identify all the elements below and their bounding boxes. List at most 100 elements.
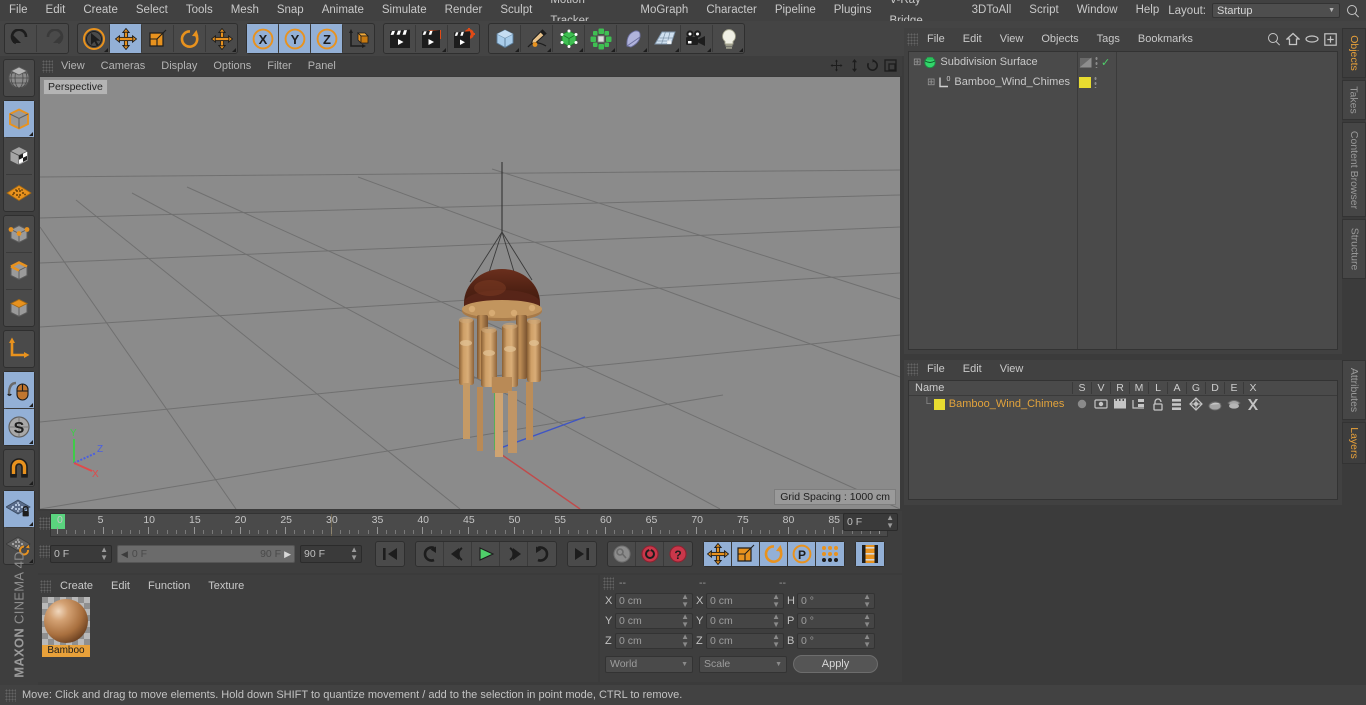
stepper-icon[interactable]: ▲ ▼ — [100, 546, 108, 562]
timeline-max-frame-field[interactable]: 90 F ▲ ▼ — [300, 545, 362, 563]
redo-button[interactable] — [37, 24, 68, 53]
undo-button[interactable] — [5, 24, 36, 53]
move-alt-tool[interactable] — [206, 24, 237, 53]
status-grip-handle[interactable] — [5, 688, 16, 702]
viewport-menu-options[interactable]: Options — [205, 56, 259, 76]
eye-icon[interactable] — [1305, 34, 1319, 44]
viewport-menu-cameras[interactable]: Cameras — [93, 56, 154, 76]
position-field-2[interactable]: 0 cm ▲ ▼ — [615, 633, 693, 649]
menu-item-snap[interactable]: Snap — [268, 0, 313, 21]
object-menu-file[interactable]: File — [918, 28, 954, 50]
stepper-icon[interactable]: ▲ ▼ — [772, 593, 780, 609]
rotate-view-icon[interactable] — [865, 58, 880, 73]
lock-x-axis[interactable]: X — [247, 24, 278, 53]
playback-grip-handle[interactable] — [39, 545, 50, 558]
menu-item-simulate[interactable]: Simulate — [373, 0, 436, 21]
tab-attributes[interactable]: Attributes — [1342, 360, 1366, 420]
key-rotation-button[interactable] — [760, 542, 788, 566]
check-icon[interactable]: ✓ — [1101, 56, 1110, 69]
previous-keyframe-button[interactable] — [416, 542, 444, 566]
menu-item-pipeline[interactable]: Pipeline — [766, 0, 825, 21]
apply-button[interactable]: Apply — [793, 655, 878, 673]
points-mode-button[interactable] — [4, 216, 34, 252]
visibility-tag-icon[interactable] — [1079, 56, 1092, 68]
menu-item-help[interactable]: Help — [1127, 0, 1169, 21]
rotation-field-0[interactable]: 0 ° ▲ ▼ — [797, 593, 875, 609]
polygons-mode-button[interactable] — [4, 290, 34, 326]
menu-item-3dtoall[interactable]: 3DToAll — [963, 0, 1021, 21]
object-row[interactable]: ⊞ 0 Bamboo_Wind_Chimes — [909, 72, 1337, 92]
layer-column-m[interactable]: M — [1129, 382, 1148, 394]
rotate-tool[interactable] — [174, 24, 205, 53]
position-field-1[interactable]: 0 cm ▲ ▼ — [615, 613, 693, 629]
object-menu-view[interactable]: View — [991, 28, 1033, 50]
solo-dot-icon[interactable] — [1073, 398, 1090, 410]
tab-takes[interactable]: Takes — [1342, 80, 1366, 120]
stepper-icon[interactable]: ▲ ▼ — [863, 633, 871, 649]
menu-item-sculpt[interactable]: Sculpt — [491, 0, 541, 21]
key-parameter-button[interactable]: P — [788, 542, 816, 566]
range-left-arrow-icon[interactable]: ◀ — [121, 549, 128, 560]
menu-item-tools[interactable]: Tools — [177, 0, 222, 21]
table-row[interactable]: └ Bamboo_Wind_Chimes — [909, 396, 1337, 412]
stepper-icon[interactable]: ▲ ▼ — [863, 593, 871, 609]
animation-icon[interactable] — [1168, 398, 1185, 411]
home-icon[interactable] — [1286, 32, 1300, 46]
add-spline-object[interactable] — [521, 24, 552, 53]
tab-layers[interactable]: Layers — [1342, 422, 1366, 464]
object-menu-bookmarks[interactable]: Bookmarks — [1129, 28, 1202, 50]
layer-menu-file[interactable]: File — [918, 358, 954, 380]
timeline-grip-handle[interactable] — [39, 517, 50, 530]
deformer-icon[interactable] — [1206, 398, 1223, 411]
pan-icon[interactable] — [829, 58, 844, 73]
lock-workplane-button[interactable] — [4, 491, 34, 527]
view-icon[interactable] — [1092, 398, 1109, 410]
expand-toggle-icon[interactable]: ⊞ — [927, 77, 935, 88]
step-forward-button[interactable] — [500, 542, 528, 566]
coordinate-mode-dropdown[interactable]: Scale ▼ — [699, 655, 787, 673]
viewport-menu-filter[interactable]: Filter — [259, 56, 299, 76]
object-menu-tags[interactable]: Tags — [1088, 28, 1129, 50]
menu-item-script[interactable]: Script — [1020, 0, 1067, 21]
live-selection-tool[interactable] — [78, 24, 109, 53]
tab-content-browser[interactable]: Content Browser — [1342, 122, 1366, 217]
render-view-button[interactable] — [384, 24, 415, 53]
snap-settings-button[interactable]: S — [4, 409, 34, 445]
rotation-field-2[interactable]: 0 ° ▲ ▼ — [797, 633, 875, 649]
scale-tool[interactable] — [142, 24, 173, 53]
expand-icon[interactable] — [1324, 32, 1337, 46]
menu-item-create[interactable]: Create — [74, 0, 127, 21]
position-field-0[interactable]: 0 cm ▲ ▼ — [615, 593, 693, 609]
menu-item-animate[interactable]: Animate — [313, 0, 373, 21]
stepper-icon[interactable]: ▲ ▼ — [681, 633, 689, 649]
key-position-button[interactable] — [704, 542, 732, 566]
size-field-1[interactable]: 0 cm ▲ ▼ — [706, 613, 784, 629]
material-preview[interactable] — [42, 597, 90, 645]
add-cube-object[interactable] — [489, 24, 520, 53]
menu-item-mesh[interactable]: Mesh — [222, 0, 268, 21]
texture-mode-button[interactable] — [4, 138, 34, 174]
stepper-icon[interactable]: ▲ ▼ — [681, 613, 689, 629]
size-field-2[interactable]: 0 cm ▲ ▼ — [706, 633, 784, 649]
model-mode-button[interactable] — [4, 101, 34, 137]
go-to-start-button[interactable] — [376, 542, 404, 566]
add-deformer-object[interactable] — [617, 24, 648, 53]
search-icon[interactable] — [1267, 32, 1281, 46]
material-grip-handle[interactable] — [40, 579, 51, 593]
lock-z-axis[interactable]: Z — [311, 24, 342, 53]
object-axis-mode-button[interactable] — [4, 331, 34, 367]
layer-column-v[interactable]: V — [1091, 382, 1110, 394]
range-right-arrow-icon[interactable]: ▶ — [284, 549, 291, 560]
object-row[interactable]: ⊞ Subdivision Surface ✓ — [909, 52, 1337, 72]
object-menu-edit[interactable]: Edit — [954, 28, 991, 50]
menu-item-character[interactable]: Character — [697, 0, 766, 21]
go-to-end-button[interactable] — [568, 542, 596, 566]
menu-item-mograph[interactable]: MoGraph — [631, 0, 697, 21]
world-object-coordinate-toggle[interactable] — [343, 24, 374, 53]
record-active-objects-button[interactable] — [608, 542, 636, 566]
menu-item-select[interactable]: Select — [127, 0, 177, 21]
layer-column-s[interactable]: S — [1072, 382, 1091, 394]
coordinate-system-dropdown[interactable]: World ▼ — [605, 655, 693, 673]
lock-y-axis[interactable]: Y — [279, 24, 310, 53]
edges-mode-button[interactable] — [4, 253, 34, 289]
